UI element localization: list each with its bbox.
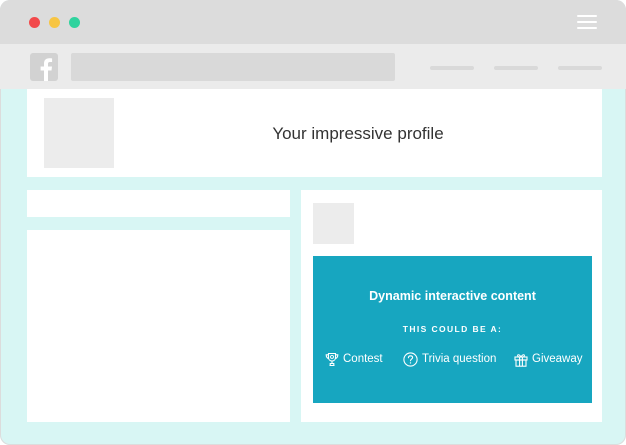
option-giveaway[interactable]: Giveaway (514, 350, 583, 368)
option-label: Giveaway (532, 353, 583, 365)
question-circle-icon (403, 351, 418, 367)
gift-icon (514, 353, 528, 367)
option-label: Contest (343, 353, 383, 365)
maximize-window-button[interactable] (69, 17, 80, 28)
nav-link-placeholder[interactable] (494, 66, 538, 70)
facebook-logo-icon[interactable] (30, 53, 58, 81)
left-column-bar (27, 190, 290, 217)
cta-subtitle: THIS COULD BE A: (402, 324, 503, 334)
interactive-content-block[interactable]: Dynamic interactive content THIS COULD B… (313, 256, 592, 403)
title-bar (0, 0, 626, 44)
nav-link-placeholder[interactable] (430, 66, 474, 70)
post-avatar[interactable] (313, 203, 354, 244)
option-label: Trivia question (422, 353, 497, 365)
hamburger-menu-icon[interactable] (577, 15, 597, 29)
left-column-panel (27, 230, 290, 422)
cta-title: Dynamic interactive content (369, 289, 536, 303)
option-trivia-question[interactable]: Trivia question (403, 350, 496, 368)
option-contest[interactable]: Contest (325, 350, 383, 368)
minimize-window-button[interactable] (49, 17, 60, 28)
trophy-icon (325, 352, 339, 366)
browser-window: Your impressive profile Dynamic interact… (0, 0, 626, 445)
profile-picture[interactable] (44, 98, 114, 168)
profile-title: Your impressive profile (272, 124, 444, 143)
nav-link-placeholder[interactable] (558, 66, 602, 70)
close-window-button[interactable] (29, 17, 40, 28)
search-bar[interactable] (71, 53, 395, 81)
